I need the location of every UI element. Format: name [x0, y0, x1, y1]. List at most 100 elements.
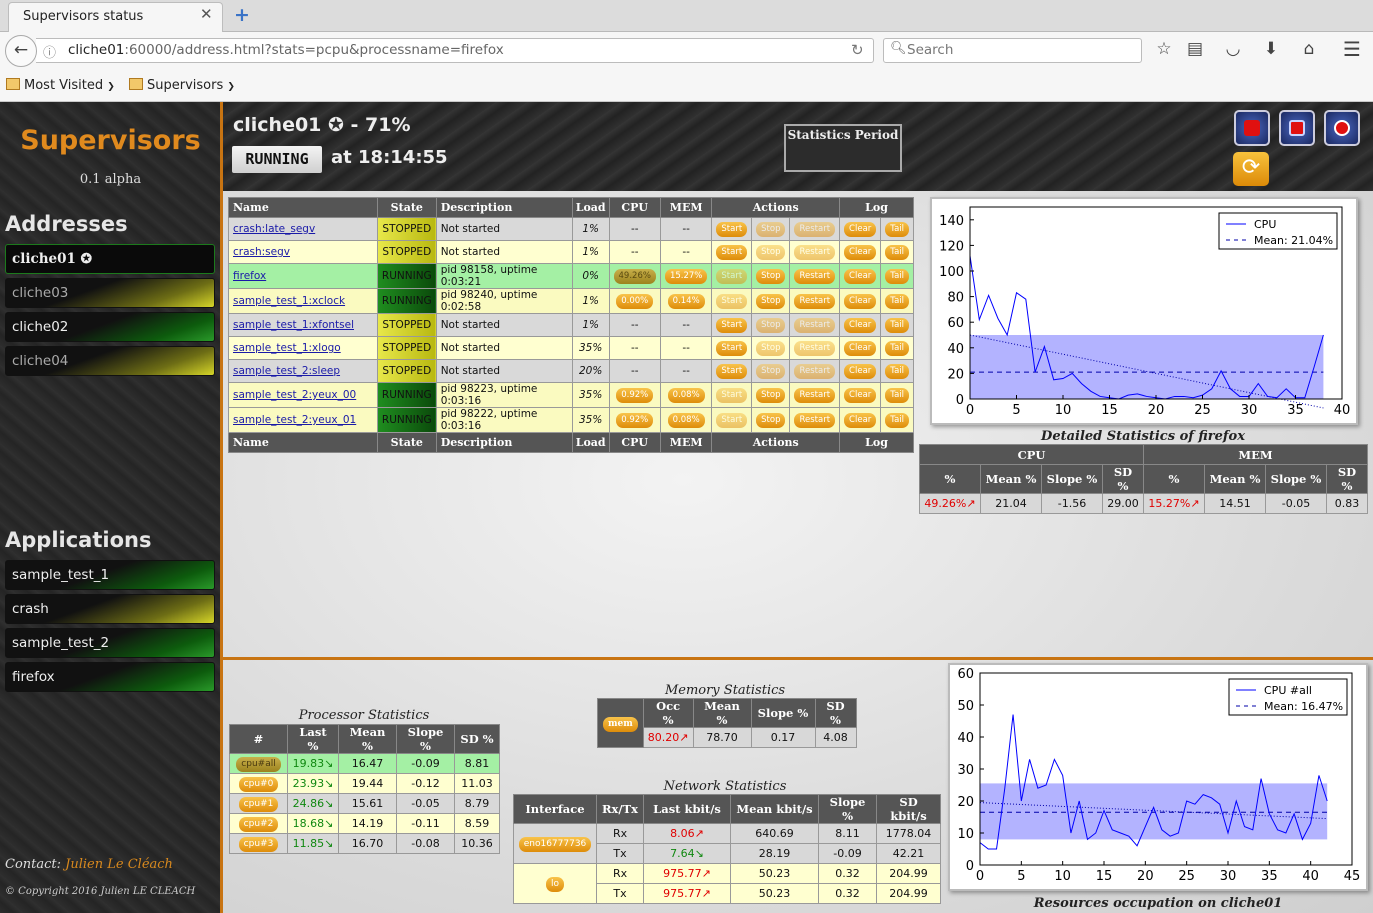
cpu-id-button[interactable]: cpu#all	[236, 756, 281, 772]
process-name-link[interactable]: crash:segv	[233, 246, 290, 258]
sidebar-item-sample-test-1[interactable]: sample_test_1	[5, 560, 215, 590]
url-text[interactable]: cliche01:60000/address.html?stats=pcpu&p…	[68, 42, 504, 58]
clear-log-button[interactable]: Clear	[844, 221, 877, 237]
tail-log-button[interactable]: Tail	[885, 340, 909, 356]
reading-list-icon[interactable]: ▤	[1185, 39, 1205, 59]
restart-button[interactable]: Restart	[794, 340, 836, 356]
start-button[interactable]: Start	[716, 387, 748, 403]
mem-button[interactable]: 0.14%	[667, 293, 705, 309]
tail-log-button[interactable]: Tail	[885, 412, 909, 428]
restart-button[interactable]: Restart	[794, 268, 836, 284]
process-name-link[interactable]: sample_test_2:yeux_01	[233, 414, 356, 426]
sidebar-item-sample-test-2[interactable]: sample_test_2	[5, 628, 215, 658]
pocket-icon[interactable]: ◡	[1223, 39, 1243, 59]
mem-col: Slope %	[750, 698, 816, 728]
mem-button[interactable]: mem	[603, 716, 638, 732]
restart-button[interactable]	[1279, 110, 1315, 146]
tail-log-button[interactable]: Tail	[885, 293, 909, 309]
process-name-link[interactable]: sample_test_2:sleep	[233, 365, 340, 377]
stop-button[interactable]: Stop	[756, 221, 786, 237]
iface-lo-button[interactable]: lo	[545, 876, 564, 892]
process-name-link[interactable]: sample_test_1:xfontsel	[233, 319, 354, 331]
home-icon[interactable]: ⌂	[1299, 39, 1319, 59]
restart-button[interactable]: Restart	[794, 221, 836, 237]
restart-button[interactable]: Restart	[794, 293, 836, 309]
tail-log-button[interactable]: Tail	[885, 317, 909, 333]
tail-log-button[interactable]: Tail	[885, 268, 909, 284]
cpu-id-button[interactable]: cpu#1	[238, 796, 279, 812]
stop-button[interactable]: Stop	[756, 412, 786, 428]
clear-log-button[interactable]: Clear	[844, 363, 877, 379]
start-button[interactable]: Start	[716, 412, 748, 428]
start-button[interactable]: Start	[716, 268, 748, 284]
stop-button[interactable]: Stop	[756, 244, 786, 260]
clear-log-button[interactable]: Clear	[844, 387, 877, 403]
cpu-id-button[interactable]: cpu#3	[238, 836, 279, 852]
restart-button[interactable]: Restart	[794, 244, 836, 260]
stop-button[interactable]: Stop	[756, 268, 786, 284]
stop-all-button[interactable]	[1234, 110, 1270, 146]
mem-button[interactable]: 0.08%	[667, 412, 705, 428]
process-name-link[interactable]: sample_test_2:yeux_00	[233, 389, 356, 401]
stop-button[interactable]: Stop	[756, 363, 786, 379]
clear-log-button[interactable]: Clear	[844, 340, 877, 356]
cpu-button[interactable]: 0.92%	[616, 412, 654, 428]
cpu-button[interactable]: 49.26%	[613, 268, 656, 284]
restart-button[interactable]: Restart	[794, 317, 836, 333]
new-tab-icon[interactable]: +	[234, 4, 250, 26]
process-name-link[interactable]: sample_test_1:xlogo	[233, 342, 341, 354]
stop-button[interactable]: Stop	[756, 293, 786, 309]
sidebar-item-cliche03[interactable]: cliche03	[5, 278, 215, 308]
stop-button[interactable]: Stop	[756, 387, 786, 403]
back-arrow-icon[interactable]: ←	[5, 35, 37, 67]
stop-button[interactable]: Stop	[756, 317, 786, 333]
cpu-button[interactable]: 0.00%	[616, 293, 654, 309]
start-button[interactable]: Start	[716, 221, 748, 237]
clear-log-button[interactable]: Clear	[844, 317, 877, 333]
tail-log-button[interactable]: Tail	[885, 244, 909, 260]
refresh-button[interactable]: ⟳	[1233, 152, 1269, 186]
sidebar-item-cliche04[interactable]: cliche04	[5, 346, 215, 376]
tail-log-button[interactable]: Tail	[885, 363, 909, 379]
process-name-link[interactable]: crash:late_segv	[233, 223, 315, 235]
clear-log-button[interactable]: Clear	[844, 293, 877, 309]
mem-button[interactable]: 0.08%	[667, 387, 705, 403]
cpu-id-button[interactable]: cpu#0	[238, 776, 279, 792]
clear-log-button[interactable]: Clear	[844, 412, 877, 428]
site-info-icon[interactable]: ⓘ	[43, 42, 56, 61]
menu-icon[interactable]: ☰	[1342, 37, 1362, 61]
mem-button[interactable]: 15.27%	[664, 268, 708, 284]
restart-button[interactable]: Restart	[794, 412, 836, 428]
tail-log-button[interactable]: Tail	[885, 387, 909, 403]
start-button[interactable]: Start	[716, 363, 748, 379]
start-button[interactable]: Start	[716, 317, 748, 333]
contact-link[interactable]: Julien Le Cléach	[65, 857, 173, 872]
start-button[interactable]: Start	[716, 244, 748, 260]
process-name-link[interactable]: sample_test_1:xclock	[233, 295, 345, 307]
shutdown-button[interactable]	[1324, 110, 1360, 146]
cpu-id-button[interactable]: cpu#2	[238, 816, 279, 832]
restart-button[interactable]: Restart	[794, 387, 836, 403]
reload-icon[interactable]: ↻	[851, 41, 864, 59]
clear-cell: Clear	[839, 263, 882, 289]
stop-button[interactable]: Stop	[756, 340, 786, 356]
process-name-link[interactable]: firefox	[233, 270, 266, 282]
restart-button[interactable]: Restart	[794, 363, 836, 379]
start-button[interactable]: Start	[716, 340, 748, 356]
cpu-button[interactable]: 0.92%	[616, 387, 654, 403]
sidebar-item-cliche02[interactable]: cliche02	[5, 312, 215, 342]
tab-close-icon[interactable]: ✕	[200, 5, 213, 23]
bookmark-star-icon[interactable]: ☆	[1154, 39, 1174, 59]
sidebar-item-crash[interactable]: crash	[5, 594, 215, 624]
tail-log-button[interactable]: Tail	[885, 221, 909, 237]
clear-log-button[interactable]: Clear	[844, 244, 877, 260]
sidebar-item-cliche01[interactable]: cliche01 ✪	[5, 244, 215, 274]
bookmark-supervisors[interactable]: Supervisors ❯	[129, 78, 235, 93]
browser-tab[interactable]: Supervisors status	[8, 2, 223, 32]
sidebar-item-firefox[interactable]: firefox	[5, 662, 215, 692]
start-button[interactable]: Start	[716, 293, 748, 309]
download-icon[interactable]: ⬇	[1261, 39, 1281, 59]
clear-log-button[interactable]: Clear	[844, 268, 877, 284]
bookmark-most-visited[interactable]: Most Visited ❯	[6, 78, 115, 93]
iface-eno-button[interactable]: eno16777736	[518, 836, 592, 852]
